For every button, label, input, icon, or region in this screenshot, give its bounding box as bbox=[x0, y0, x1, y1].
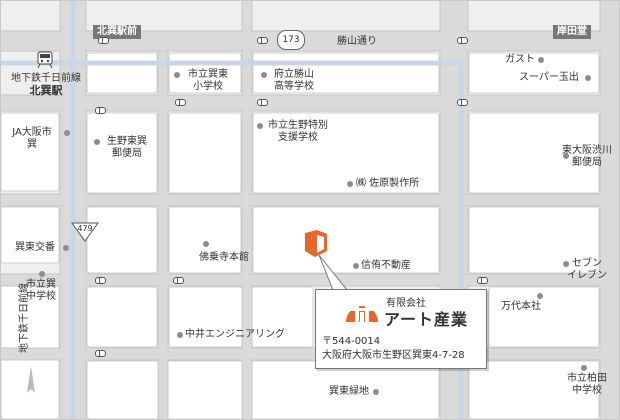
company-address: 大阪府大阪市生野区巽東4-7-28 bbox=[322, 350, 465, 361]
company-callout: 有限会社 アート産業 〒544-0014 大阪府大阪市生野区巽東4-7-28 bbox=[315, 289, 487, 369]
company-postal: 〒544-0014 bbox=[322, 336, 381, 347]
map[interactable]: 北巽駅前 岸田堂 勝山通り 173 479 地下鉄千日前線 北巽駅 地下鉄千日前… bbox=[0, 0, 620, 420]
company-logo-icon bbox=[344, 294, 380, 328]
company-name: アート産業 bbox=[384, 310, 469, 329]
callout-pointer bbox=[318, 254, 349, 291]
